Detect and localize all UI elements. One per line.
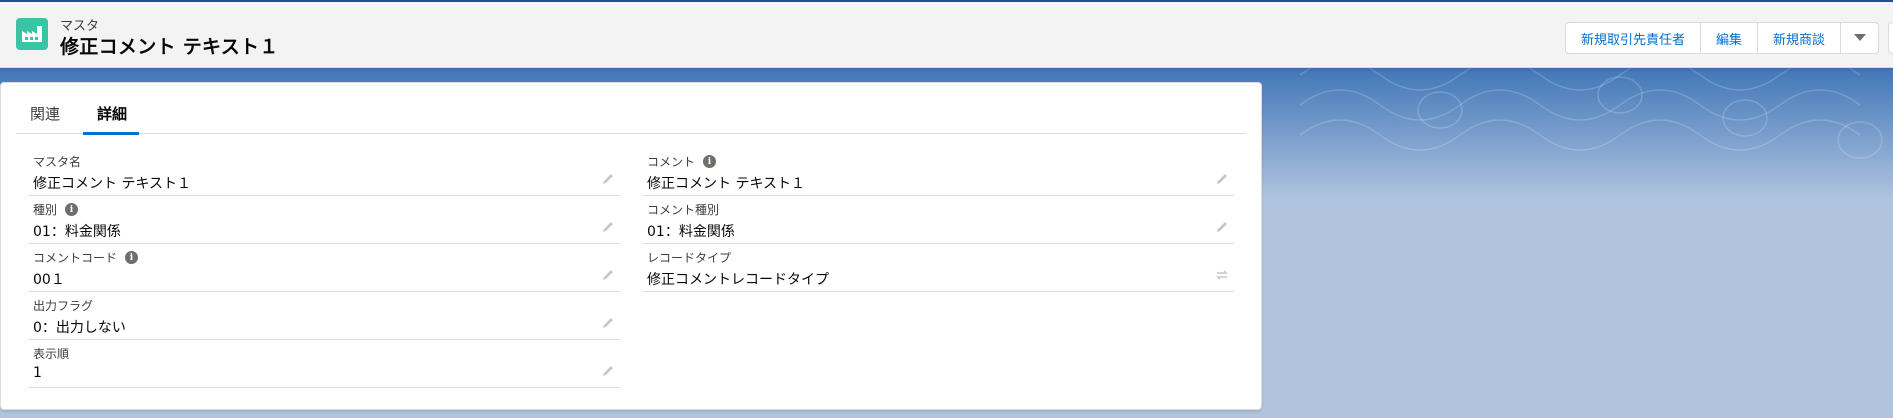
overflow-button[interactable]	[1888, 22, 1893, 54]
field-comment-type: コメント種別 01：料金関係	[643, 197, 1234, 244]
info-icon[interactable]: i	[125, 251, 139, 264]
new-contact-button[interactable]: 新規取引先責任者	[1566, 23, 1702, 53]
record-header: マスタ 修正コメント テキスト１ 新規取引先責任者 編集 新規商談	[0, 0, 1893, 68]
record-detail-card: 関連 詳細 マスタ名 修正コメント テキスト１ 種別 i 01：料金関係 コメント…	[0, 82, 1262, 410]
field-value: 00１	[33, 272, 65, 288]
chevron-down-icon	[1853, 34, 1866, 41]
field-value: 修正コメント テキスト１	[33, 176, 192, 192]
pencil-icon[interactable]	[1214, 219, 1230, 235]
field-value: 修正コメント テキスト１	[647, 176, 806, 192]
pencil-icon[interactable]	[1214, 171, 1230, 187]
pencil-icon[interactable]	[600, 171, 616, 187]
field-value: 0：出力しない	[33, 320, 126, 336]
field-label: 種別	[33, 203, 58, 217]
field-output-flag: 出力フラグ 0：出力しない	[29, 293, 620, 340]
field-master-name: マスタ名 修正コメント テキスト１	[29, 149, 620, 196]
pencil-icon[interactable]	[600, 219, 616, 235]
more-actions-button[interactable]	[1841, 23, 1879, 53]
new-opportunity-button[interactable]: 新規商談	[1758, 23, 1842, 53]
tab-bar: 関連 詳細	[16, 83, 1246, 135]
field-label: マスタ名	[33, 155, 82, 169]
field-value: 01：料金関係	[647, 224, 735, 240]
pencil-icon[interactable]	[600, 315, 616, 331]
field-value: 修正コメントレコードタイプ	[647, 272, 829, 288]
edit-button[interactable]: 編集	[1701, 23, 1759, 53]
field-value: 1	[33, 365, 42, 381]
field-type: 種別 i 01：料金関係	[29, 197, 620, 244]
field-label: レコードタイプ	[647, 251, 732, 265]
field-label: 表示順	[33, 347, 70, 361]
field-record-type: レコードタイプ 修正コメントレコードタイプ	[643, 245, 1234, 292]
action-button-group: 新規取引先責任者 編集 新規商談	[1565, 22, 1880, 54]
field-comment-code: コメントコード i 00１	[29, 245, 620, 292]
field-label: 出力フラグ	[33, 299, 94, 313]
tab-related[interactable]: 関連	[30, 103, 60, 134]
swap-icon[interactable]	[1214, 267, 1230, 283]
info-icon[interactable]: i	[65, 203, 79, 216]
field-label: コメント種別	[647, 203, 720, 217]
tab-details[interactable]: 詳細	[82, 103, 140, 135]
pencil-icon[interactable]	[600, 267, 616, 283]
field-label: コメントコード	[33, 251, 118, 265]
info-icon[interactable]: i	[703, 155, 717, 168]
record-title: 修正コメント テキスト１	[60, 36, 279, 58]
field-comment: コメント i 修正コメント テキスト１	[643, 149, 1234, 196]
field-value: 01：料金関係	[33, 224, 121, 240]
pencil-icon[interactable]	[600, 363, 616, 379]
factory-icon	[16, 18, 48, 50]
field-label: コメント	[647, 155, 696, 169]
field-display-order: 表示順 1	[29, 341, 620, 388]
